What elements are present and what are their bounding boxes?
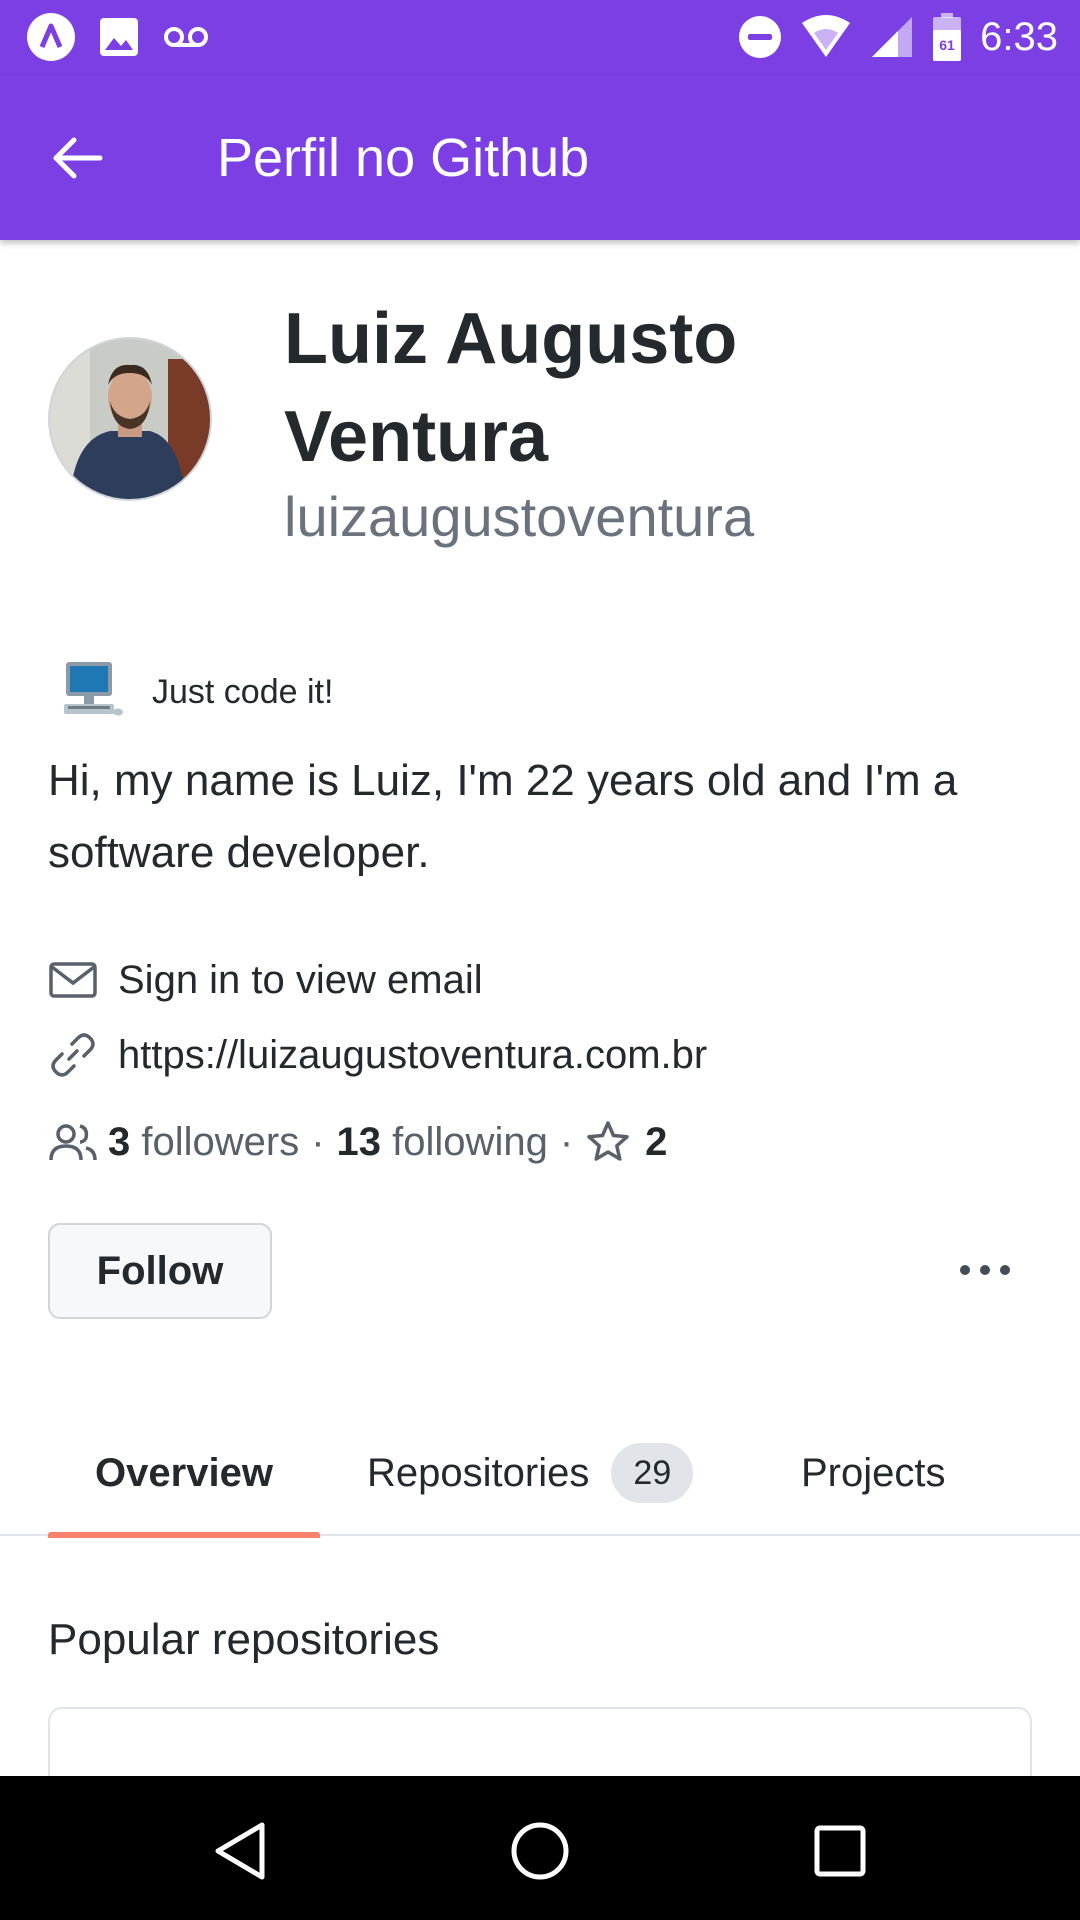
website-link[interactable]: https://luizaugustoventura.com.br (118, 1033, 707, 1078)
link-icon (51, 1033, 95, 1077)
people-icon (49, 1124, 97, 1161)
email-text: Sign in to view email (118, 957, 483, 1002)
status-bar: 61 6:33 (0, 0, 1080, 75)
nav-recents-button[interactable] (790, 1806, 890, 1896)
status-message: Just code it! (152, 673, 334, 711)
triangle-back-icon (215, 1822, 265, 1880)
svg-text:61: 61 (939, 37, 955, 53)
bio: Hi, my name is Luiz, I'm 22 years old an… (48, 756, 958, 877)
repositories-counter: 29 (611, 1443, 694, 1503)
stars-count: 2 (645, 1119, 668, 1164)
follow-button[interactable]: Follow (48, 1223, 272, 1319)
circle-home-icon (511, 1822, 569, 1880)
tab-repositories[interactable]: Repositories 29 (367, 1410, 694, 1536)
wifi-icon (800, 15, 852, 59)
full-name: Luiz Augusto Ventura (284, 299, 738, 477)
nav-back-button[interactable] (190, 1806, 290, 1896)
desktop-computer-emoji (60, 658, 124, 727)
followers-label: followers (141, 1119, 300, 1164)
following-link[interactable]: 13 following (337, 1120, 548, 1165)
follow-stats: 3 followers · 13 following · 2 (48, 1112, 667, 1172)
tab-projects[interactable]: Projects (801, 1410, 946, 1536)
following-label: following (392, 1119, 548, 1164)
clock: 6:33 (980, 14, 1058, 59)
followers-count: 3 (108, 1119, 131, 1164)
dot (960, 1265, 970, 1275)
tab-repositories-label: Repositories (367, 1450, 590, 1495)
stars-link[interactable]: 2 (585, 1119, 667, 1165)
arrow-back-icon (53, 137, 103, 179)
cell-signal-icon (870, 15, 914, 59)
square-recents-icon (814, 1825, 866, 1877)
back-button[interactable] (38, 123, 118, 193)
star-icon (587, 1121, 629, 1161)
do-not-disturb-icon (738, 15, 782, 59)
website-row[interactable]: https://luizaugustoventura.com.br (48, 1025, 707, 1085)
email-row[interactable]: Sign in to view email (48, 950, 483, 1010)
tab-overview[interactable]: Overview (48, 1410, 320, 1538)
app-notification-icon (26, 12, 76, 62)
app-bar: Perfil no Github (0, 75, 1080, 240)
app-title: Perfil no Github (217, 128, 590, 188)
image-notification-icon (98, 16, 140, 58)
navigation-bar (0, 1776, 1080, 1920)
separator: · (559, 1119, 574, 1164)
profile-tabs: Overview Repositories 29 Projects (0, 1410, 1080, 1538)
separator: · (311, 1119, 325, 1164)
more-options-button[interactable] (950, 1240, 1020, 1300)
voicemail-icon (162, 22, 210, 52)
battery-icon: 61 (932, 12, 962, 62)
following-count: 13 (336, 1119, 382, 1164)
followers-link[interactable]: 3 followers (108, 1120, 299, 1165)
dot (980, 1265, 990, 1275)
username: luizaugustoventura (284, 485, 755, 548)
mail-icon (49, 962, 97, 998)
system-icons: 61 6:33 (738, 12, 1058, 62)
notification-icons (26, 12, 210, 62)
avatar[interactable] (48, 337, 212, 501)
nav-home-button[interactable] (490, 1806, 590, 1896)
dot (1000, 1265, 1010, 1275)
user-status[interactable]: Just code it! (60, 655, 333, 730)
popular-repositories-heading: Popular repositories (48, 1615, 440, 1664)
